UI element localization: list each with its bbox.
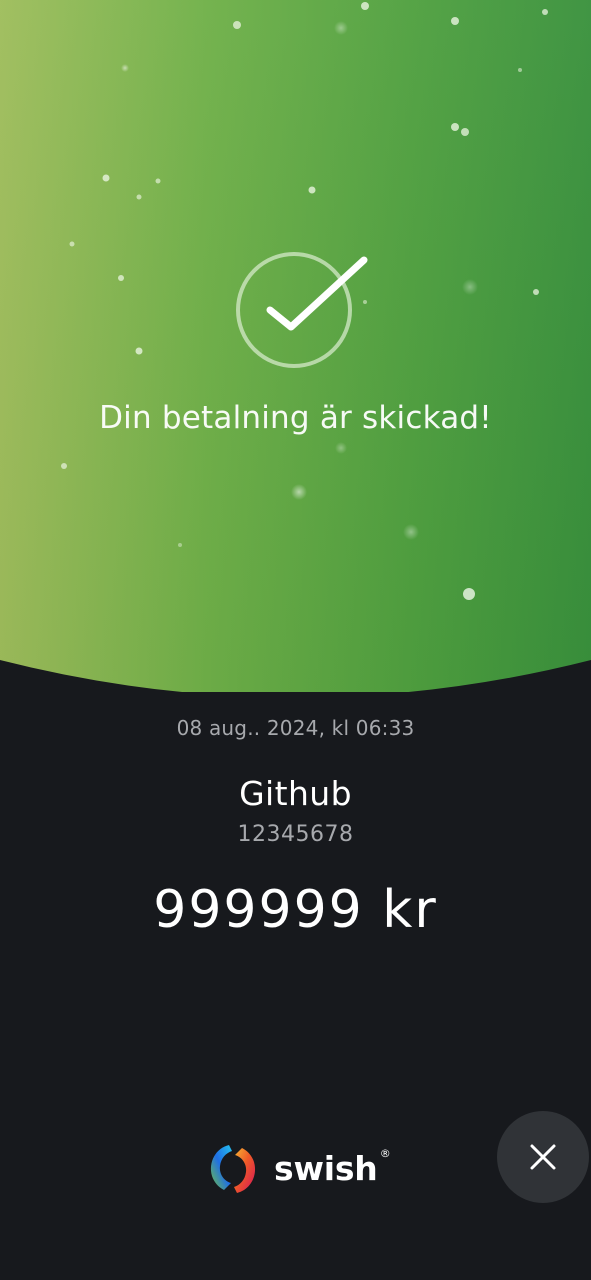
close-button[interactable]: [497, 1111, 589, 1203]
checkmark-circle-icon: [230, 250, 370, 370]
swish-logo-icon: [210, 1145, 256, 1193]
payment-confirmation-screen: Din betalning är skickad! 08 aug.. 2024,…: [0, 0, 591, 1280]
payment-amount: 999999 kr: [153, 880, 438, 940]
success-message: Din betalning är skickad!: [99, 400, 492, 436]
payment-timestamp: 08 aug.. 2024, kl 06:33: [176, 716, 415, 740]
payment-details: 08 aug.. 2024, kl 06:33 Github 12345678 …: [0, 712, 591, 942]
close-icon: [530, 1144, 556, 1170]
recipient-number: 12345678: [237, 822, 354, 847]
success-banner: Din betalning är skickad!: [0, 0, 591, 692]
success-checkmark-graphic: [236, 252, 368, 368]
swish-name: swish: [274, 1149, 378, 1188]
recipient-name: Github: [239, 774, 352, 813]
swish-wordmark: swish ®: [274, 1140, 391, 1198]
trademark-symbol: ®: [379, 1147, 391, 1160]
swish-brand: swish ®: [204, 1140, 391, 1198]
